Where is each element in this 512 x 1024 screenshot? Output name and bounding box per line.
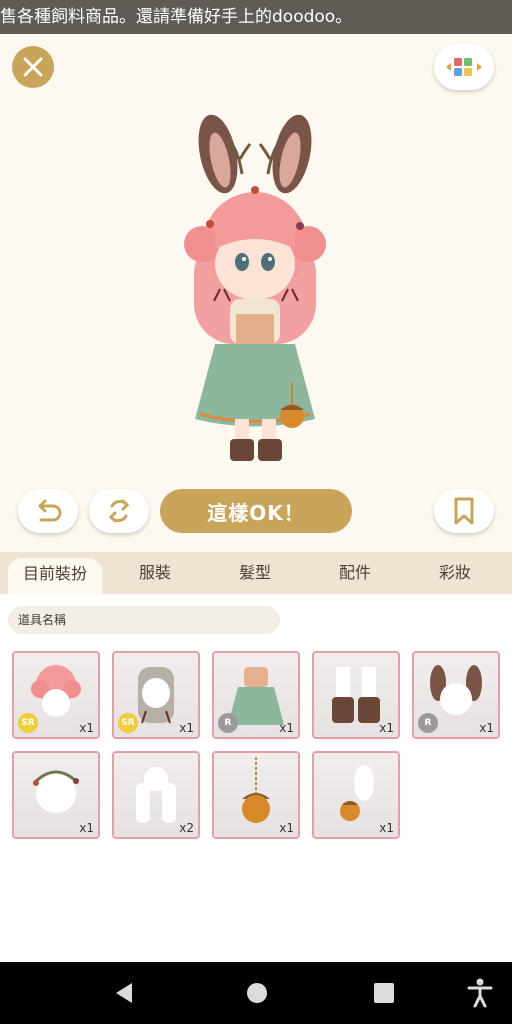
- avatar-character: [184, 114, 326, 461]
- items-panel: 道具名稱 SR x1 SR x1 R x1 x1 R x1 x1 x2 x1 x…: [0, 594, 512, 962]
- tab-hairstyle[interactable]: 髮型: [210, 552, 300, 594]
- item-quantity: x1: [279, 721, 294, 735]
- announcement-ticker: 售各種飼料商品。還請準備好手上的doodoo。: [0, 0, 512, 34]
- item-quantity: x1: [279, 821, 294, 835]
- item-quantity: x1: [379, 821, 394, 835]
- item-quantity: x2: [179, 821, 194, 835]
- item-card[interactable]: x2: [112, 751, 200, 839]
- accessibility-icon[interactable]: [466, 978, 494, 1008]
- rotate-button[interactable]: [89, 489, 149, 533]
- category-tabs: 目前裝扮 服裝 髮型 配件 彩妝: [0, 552, 512, 594]
- item-card[interactable]: x1: [312, 651, 400, 739]
- android-nav-bar: [0, 962, 512, 1024]
- rarity-badge: R: [418, 713, 438, 733]
- rarity-badge: SR: [118, 713, 138, 733]
- rotate-icon: [108, 499, 130, 523]
- item-card[interactable]: SR x1: [112, 651, 200, 739]
- item-quantity: x1: [79, 821, 94, 835]
- item-card[interactable]: R x1: [212, 651, 300, 739]
- item-card[interactable]: x1: [212, 751, 300, 839]
- preview-stage: 這樣OK！: [0, 34, 512, 552]
- item-card[interactable]: SR x1: [12, 651, 100, 739]
- confirm-ok-button[interactable]: 這樣OK！: [160, 489, 352, 533]
- color-palette-icon: [446, 58, 482, 76]
- item-card[interactable]: x1: [312, 751, 400, 839]
- bookmark-button[interactable]: [434, 489, 494, 533]
- color-palette-button[interactable]: [434, 44, 494, 90]
- close-icon: [23, 57, 43, 77]
- rarity-badge: SR: [18, 713, 38, 733]
- tab-current-outfit[interactable]: 目前裝扮: [8, 558, 102, 594]
- undo-icon: [38, 499, 62, 522]
- item-name-search[interactable]: 道具名稱: [8, 606, 280, 634]
- recents-icon[interactable]: [372, 981, 396, 1005]
- tab-accessories[interactable]: 配件: [310, 552, 400, 594]
- item-quantity: x1: [479, 721, 494, 735]
- bookmark-icon: [454, 497, 474, 525]
- item-quantity: x1: [79, 721, 94, 735]
- item-card[interactable]: x1: [12, 751, 100, 839]
- back-icon[interactable]: [112, 980, 138, 1006]
- tab-makeup[interactable]: 彩妝: [410, 552, 500, 594]
- item-quantity: x1: [179, 721, 194, 735]
- item-card[interactable]: R x1: [412, 651, 500, 739]
- close-button[interactable]: [12, 46, 54, 88]
- item-quantity: x1: [379, 721, 394, 735]
- rarity-badge: R: [218, 713, 238, 733]
- home-icon[interactable]: [244, 980, 270, 1006]
- undo-button[interactable]: [18, 489, 78, 533]
- tab-clothing[interactable]: 服裝: [110, 552, 200, 594]
